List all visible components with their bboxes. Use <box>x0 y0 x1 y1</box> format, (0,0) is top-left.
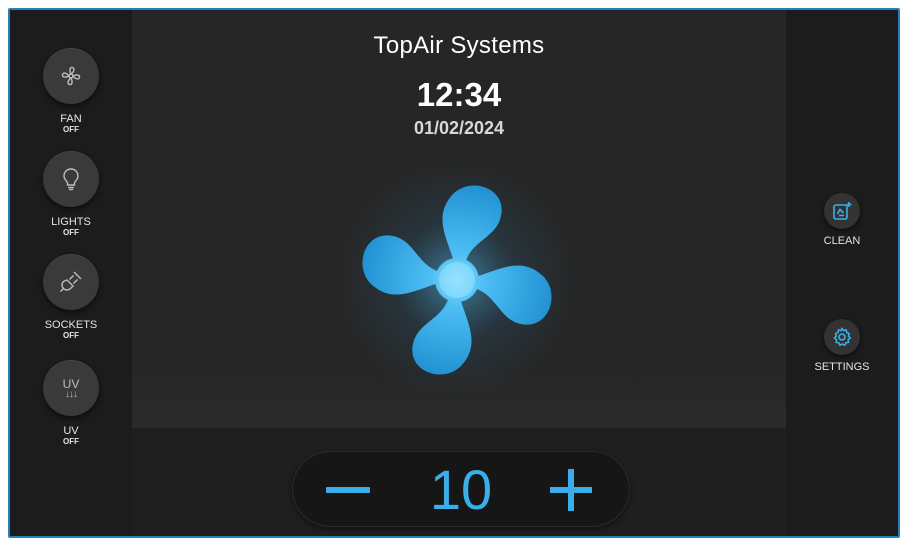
clean-control[interactable]: CLEAN <box>786 193 898 247</box>
fan-control[interactable]: FAN OFF <box>10 48 132 135</box>
uv-state: OFF <box>63 437 79 446</box>
clock-time: 12:34 <box>416 76 502 113</box>
lights-state: OFF <box>63 228 79 237</box>
fan-icon <box>61 66 81 86</box>
settings-button[interactable] <box>824 319 860 355</box>
main-display: TopAir Systems 12:34 01/02/2024 10 <box>132 10 786 536</box>
sockets-button[interactable] <box>43 254 99 310</box>
lights-control[interactable]: LIGHTS OFF <box>10 151 132 238</box>
clock-date: 01/02/2024 <box>413 118 505 138</box>
gear-icon <box>833 327 852 347</box>
plus-icon[interactable] <box>548 467 596 515</box>
sockets-label: SOCKETS <box>44 319 98 331</box>
left-control-panel: FAN OFF LIGHTS OFF SOCKETS OFF UV ↓↓↓ UV… <box>10 10 132 536</box>
uv-arrows-icon: ↓↓↓ <box>64 388 78 400</box>
control-screen: FAN OFF LIGHTS OFF SOCKETS OFF UV ↓↓↓ UV… <box>8 8 900 538</box>
clean-label: CLEAN <box>823 235 861 247</box>
fan-state: OFF <box>63 125 79 134</box>
lights-button[interactable] <box>43 151 99 207</box>
lightbulb-icon <box>63 168 79 191</box>
brand-title: TopAir Systems <box>373 32 545 59</box>
uv-icon-text: UV <box>62 376 80 391</box>
fan-blade-graphic <box>337 160 577 400</box>
clean-button[interactable] <box>824 193 860 229</box>
speed-control: 10 <box>292 451 630 527</box>
sockets-control[interactable]: SOCKETS OFF <box>10 254 132 341</box>
lights-label: LIGHTS <box>51 216 91 228</box>
uv-icon: UV ↓↓↓ <box>62 376 80 400</box>
uv-label: UV <box>63 425 79 437</box>
sockets-state: OFF <box>63 331 79 340</box>
uv-control[interactable]: UV ↓↓↓ UV OFF <box>10 360 132 447</box>
settings-label: SETTINGS <box>814 361 870 373</box>
plug-icon <box>60 271 82 292</box>
speed-value: 10 <box>429 458 493 521</box>
fan-label: FAN <box>60 113 82 125</box>
right-control-panel: CLEAN SETTINGS <box>786 10 898 536</box>
fan-button[interactable] <box>43 48 99 104</box>
settings-control[interactable]: SETTINGS <box>786 319 898 373</box>
uv-button[interactable]: UV ↓↓↓ <box>43 360 99 416</box>
clean-icon <box>833 202 852 220</box>
minus-icon[interactable] <box>322 473 374 505</box>
